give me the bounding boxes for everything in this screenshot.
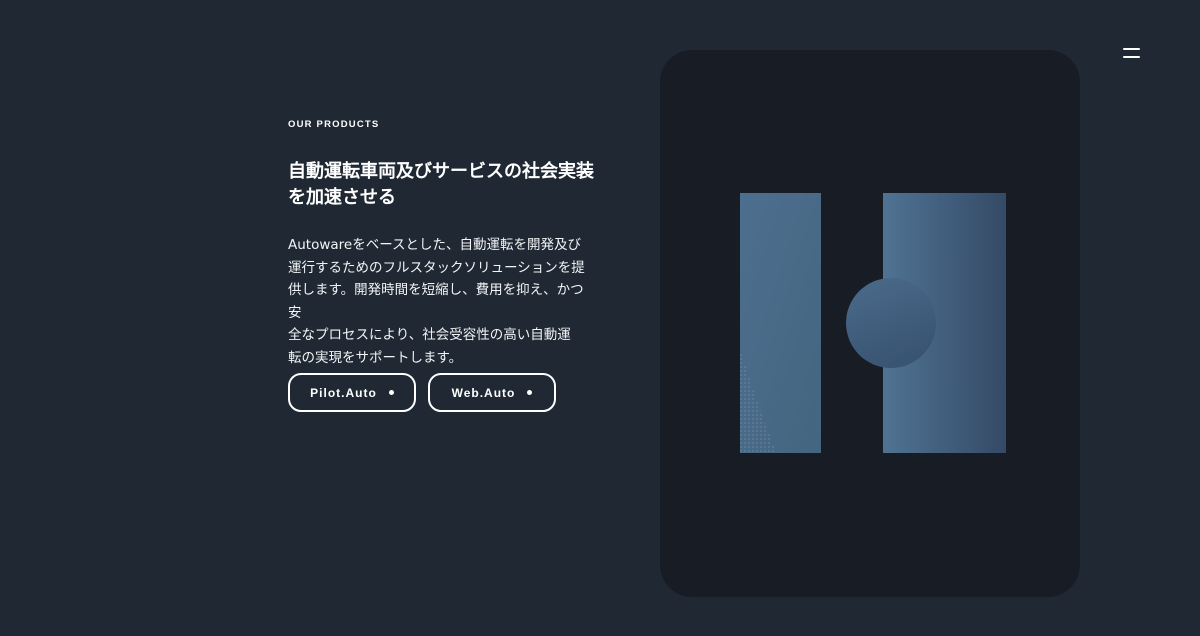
product-buttons: Pilot.Auto Web.Auto: [288, 373, 556, 412]
description-line: Autowareをベースとした、自動運転を開発及び: [288, 237, 582, 253]
page: OUR PRODUCTS 自動運転車両及びサービスの社会実装 を加速させる Au…: [0, 0, 1200, 636]
web-auto-label: Web.Auto: [451, 385, 516, 400]
description-line: 供します。開発時間を短縮し、費用を抑え、かつ安: [288, 282, 584, 321]
section-description: Autowareをベースとした、自動運転を開発及び 運行するためのフルスタックソ…: [288, 234, 588, 369]
description-line: 全なプロセスにより、社会受容性の高い自動運: [288, 327, 571, 343]
description-line: 運行するためのフルスタックソリューションを提: [288, 259, 585, 276]
products-section: OUR PRODUCTS 自動運転車両及びサービスの社会実装 を加速させる Au…: [288, 118, 618, 412]
headline-line: を加速させる: [288, 187, 396, 208]
pilot-auto-label: Pilot.Auto: [310, 385, 377, 400]
hamburger-menu-icon[interactable]: [1118, 44, 1144, 64]
section-eyebrow: OUR PRODUCTS: [288, 119, 380, 130]
pilot-auto-button[interactable]: Pilot.Auto: [288, 373, 416, 412]
headline-line: 自動運転車両及びサービスの社会実装: [288, 161, 594, 182]
product-illustration: [740, 193, 1006, 453]
dot-icon: [388, 390, 394, 395]
sphere-shape: [846, 278, 936, 368]
product-illustration-card: [660, 50, 1080, 597]
web-auto-button[interactable]: Web.Auto: [428, 373, 556, 412]
description-line: 転の実現をサポートします。: [288, 349, 463, 366]
section-headline: 自動運転車両及びサービスの社会実装 を加速させる: [288, 159, 608, 211]
menu-line: [1123, 48, 1140, 50]
dot-icon: [527, 390, 533, 395]
menu-line: [1123, 56, 1140, 58]
